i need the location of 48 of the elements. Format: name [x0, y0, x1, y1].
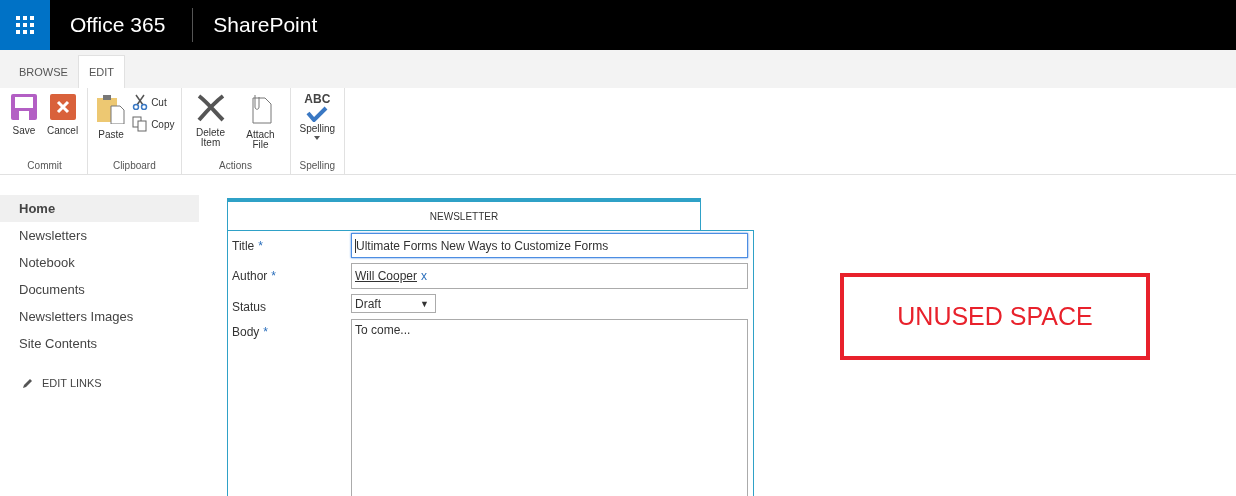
group-label: Actions	[218, 160, 253, 173]
ribbon-tab[interactable]: BROWSE	[9, 55, 78, 88]
remove-link[interactable]: x	[421, 269, 427, 283]
cancel-icon	[49, 94, 76, 120]
ribbon-button[interactable]: Attach File	[235, 94, 286, 160]
nav-link[interactable]: Home	[0, 195, 199, 222]
app-launcher-button[interactable]	[0, 0, 50, 50]
nav-link[interactable]: Newsletters	[0, 222, 199, 249]
clipboard-icon	[97, 94, 126, 124]
x-mark-icon	[195, 94, 226, 122]
group-label: Commit	[26, 160, 63, 173]
body-field[interactable]: To come...	[351, 319, 748, 496]
pencil-icon	[22, 377, 34, 389]
field-label: Author	[232, 269, 268, 283]
ribbon-button[interactable]: Delete Item	[185, 94, 236, 160]
field-label: Body	[232, 325, 260, 339]
suite-title[interactable]: Office 365	[70, 13, 166, 37]
form-tab[interactable]: NEWSLETTER	[227, 198, 701, 230]
title-field[interactable]: Ultimate Forms New Ways to Customize Forms	[351, 233, 748, 258]
person-link[interactable]: Will Cooper	[355, 269, 417, 283]
ribbon-button[interactable]: ABC Spelling	[294, 94, 341, 160]
people-picker-field[interactable]: Will Cooper x	[351, 263, 748, 289]
required-mark: *	[258, 239, 263, 253]
group-label: Spelling	[298, 160, 337, 173]
waffle-icon	[16, 16, 34, 34]
app-title[interactable]: SharePoint	[213, 13, 318, 37]
group-label: Clipboard	[111, 160, 157, 173]
ribbon-button[interactable]: Paste	[92, 94, 131, 160]
ribbon-button[interactable]: Cancel	[42, 94, 84, 160]
edit-links-link[interactable]: EDIT LINKS	[0, 357, 199, 409]
ribbon-tab[interactable]: EDIT	[77, 55, 125, 88]
copy-icon	[132, 116, 149, 132]
field-label: Title	[232, 239, 255, 253]
ribbon-button[interactable]: Copy	[130, 116, 177, 132]
required-mark: *	[271, 269, 277, 283]
nav-link[interactable]: Site Contents	[0, 330, 199, 357]
checkmark-icon	[306, 106, 329, 122]
abc-label: ABC	[304, 94, 331, 104]
required-mark: *	[263, 325, 269, 339]
scissors-icon	[132, 94, 149, 110]
nav-link[interactable]: Notebook	[0, 249, 199, 276]
field-label: Status	[232, 300, 267, 314]
ribbon-button[interactable]: Save	[6, 94, 42, 160]
nav-link[interactable]: Documents	[0, 276, 199, 303]
status-dropdown[interactable]: Draft ▼	[351, 294, 436, 313]
annotation-box: UNUSED SPACE	[840, 273, 1150, 360]
ribbon-button[interactable]: Cut	[130, 94, 177, 110]
nav-link[interactable]: Newsletters Images	[0, 303, 199, 330]
